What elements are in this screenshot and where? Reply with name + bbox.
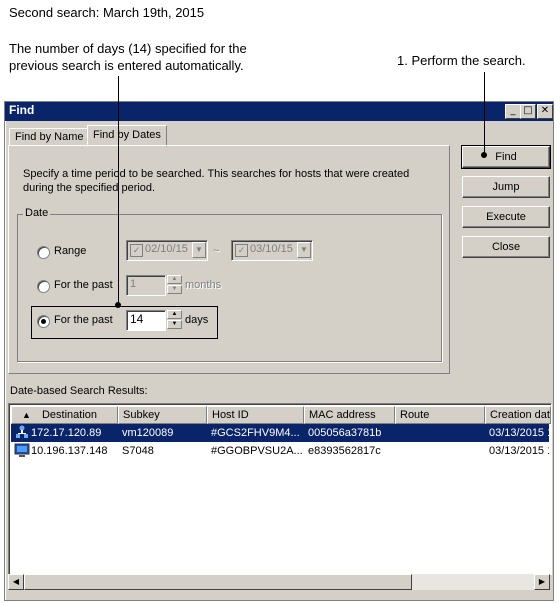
- find-button[interactable]: Find: [461, 145, 551, 169]
- results-label: Date-based Search Results:: [10, 385, 148, 397]
- column-header-mac-address[interactable]: MAC address: [304, 406, 395, 424]
- window-title: Find: [9, 103, 35, 117]
- row2-created: 03/13/2015 1: [489, 445, 549, 457]
- past-days-radio[interactable]: [37, 315, 50, 328]
- panel-description-line1: Specify a time period to be searched. Th…: [23, 168, 410, 180]
- maximize-button[interactable]: □: [520, 104, 536, 119]
- scroll-right-icon[interactable]: ▶: [534, 574, 550, 590]
- chevron-down-icon[interactable]: ▼: [297, 242, 311, 258]
- range-from-check-icon: ✓: [130, 244, 143, 257]
- callout-line-days: [118, 76, 119, 307]
- past-months-input[interactable]: 1: [126, 275, 166, 296]
- callout-dot-find: [481, 152, 487, 158]
- close-button[interactable]: Close: [462, 236, 550, 258]
- close-window-button[interactable]: ✕: [537, 104, 553, 119]
- annotation-step1: 1. Perform the search.: [397, 53, 526, 68]
- horizontal-scrollbar[interactable]: ◀ ▶: [8, 574, 550, 590]
- results-list[interactable]: ▲ Destination Subkey Host ID MAC address…: [8, 403, 552, 575]
- execute-button[interactable]: Execute: [462, 206, 550, 228]
- network-host-icon: [15, 425, 29, 440]
- past-days-unit: days: [185, 314, 209, 326]
- row2-destination: 10.196.137.148: [31, 445, 108, 457]
- range-label: Range: [54, 245, 87, 257]
- range-radio[interactable]: [37, 246, 50, 259]
- row2-host-id: #GGOBPVSU2A...: [211, 445, 303, 457]
- date-group-label: Date: [23, 207, 51, 219]
- range-to-combo[interactable]: ✓ 03/10/15 ▼: [231, 240, 313, 261]
- past-months-label: For the past: [54, 279, 113, 291]
- range-to-check-icon: ✓: [235, 244, 248, 257]
- past-months-spinner[interactable]: ▲ ▼: [167, 275, 182, 296]
- spin-down-icon[interactable]: ▼: [167, 320, 182, 329]
- column-header-subkey[interactable]: Subkey: [118, 406, 207, 424]
- tab-find-by-dates[interactable]: Find by Dates: [87, 125, 167, 147]
- callout-line-find: [484, 72, 485, 155]
- scroll-left-icon[interactable]: ◀: [8, 574, 24, 590]
- tab-find-by-name[interactable]: Find by Name: [9, 128, 90, 146]
- row1-host-id: #GCS2FHV9M4...: [211, 427, 300, 439]
- annotation-note-line1: The number of days (14) specified for th…: [9, 41, 247, 56]
- column-header-route[interactable]: Route: [395, 406, 485, 424]
- column-header-destination[interactable]: ▲ Destination: [11, 406, 118, 424]
- past-days-input[interactable]: 14: [126, 310, 166, 331]
- spin-up-icon[interactable]: ▲: [167, 310, 182, 319]
- column-header-host-id[interactable]: Host ID: [207, 406, 304, 424]
- title-bar: Find _ □ ✕: [5, 102, 553, 121]
- row1-mac: 005056a3781b: [308, 427, 382, 439]
- scroll-thumb[interactable]: [24, 574, 412, 590]
- past-months-unit: months: [185, 279, 222, 291]
- past-months-radio[interactable]: [37, 280, 50, 293]
- annotation-heading: Second search: March 19th, 2015: [9, 5, 205, 20]
- chevron-down-icon[interactable]: ▼: [192, 242, 206, 258]
- row1-destination: 172.17.120.89: [31, 427, 102, 439]
- range-from-combo[interactable]: ✓ 02/10/15 ▼: [126, 240, 208, 261]
- minimize-button[interactable]: _: [505, 104, 521, 119]
- range-separator: ~: [213, 245, 220, 257]
- panel-description-line2: during the specified period.: [23, 182, 156, 194]
- past-days-spinner[interactable]: ▲ ▼: [167, 310, 182, 331]
- column-header-creation-date[interactable]: Creation date: [485, 406, 551, 424]
- range-to-value: 03/10/15: [250, 243, 293, 255]
- row1-subkey: vm120089: [122, 427, 174, 439]
- range-from-value: 02/10/15: [145, 243, 188, 255]
- row2-mac: e8393562817c: [308, 445, 381, 457]
- past-days-label: For the past: [54, 314, 113, 326]
- callout-dot-days: [115, 302, 121, 308]
- column-label-destination: Destination: [41, 409, 98, 421]
- row2-subkey: S7048: [122, 445, 154, 457]
- jump-button[interactable]: Jump: [462, 176, 550, 198]
- row1-created: 03/13/2015 1: [489, 427, 549, 439]
- spin-down-icon[interactable]: ▼: [167, 285, 182, 294]
- annotation-note-line2: previous search is entered automatically…: [9, 58, 244, 73]
- sort-ascending-icon: ▲: [22, 410, 31, 420]
- spin-up-icon[interactable]: ▲: [167, 275, 182, 284]
- computer-monitor-icon: [14, 443, 30, 458]
- resize-grip-icon[interactable]: [536, 590, 548, 600]
